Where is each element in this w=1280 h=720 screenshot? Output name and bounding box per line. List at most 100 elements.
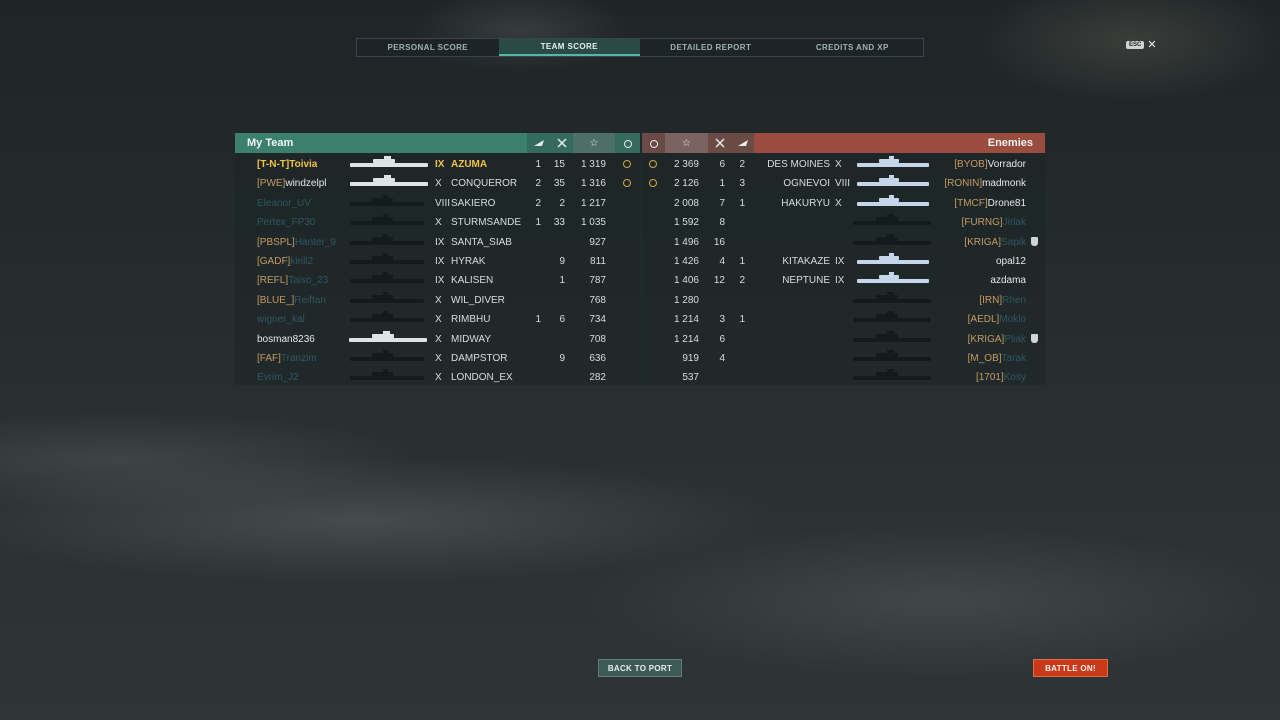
team-score-panel: My Team ☆ ☆ Enemies [T-N-T]Toivia IX AZUMA… <box>235 133 1045 385</box>
base-xp: 2 369 <box>673 159 699 170</box>
player-name: opal12 <box>915 252 1026 271</box>
enemy-achievement-icon <box>642 133 665 153</box>
enemy-row[interactable]: 2 008 7 1 HAKURYU X [TMCF]Drone81 <box>235 194 1045 213</box>
base-xp: 537 <box>682 372 699 384</box>
ships-destroyed: 6 <box>719 333 725 345</box>
clan-tag: [AEDL] <box>967 314 1000 326</box>
planes-destroyed: 3 <box>739 178 745 190</box>
player-nickname: Moklo <box>999 314 1026 326</box>
enemy-planes-destroyed-icon <box>731 133 754 153</box>
enemy-row[interactable]: 1 406 12 2 NEPTUNE IX azdama <box>235 271 1045 290</box>
base-xp-star-icon: ☆ <box>573 133 615 153</box>
esc-key-hint: ESC <box>1126 41 1145 49</box>
player-nickname: opal12 <box>995 256 1026 267</box>
base-xp: 1 214 <box>673 314 699 326</box>
ships-destroyed: 12 <box>713 275 725 287</box>
ships-destroyed: 16 <box>713 236 725 248</box>
tab-detailed-report[interactable]: DETAILED REPORT <box>640 39 782 56</box>
clan-tag: [IRN] <box>979 294 1003 306</box>
ship-name: DES MOINES <box>767 159 830 170</box>
player-nickname: Jirlak <box>1002 217 1026 229</box>
player-name: [BYOB]Vorrador <box>915 155 1026 174</box>
ship-tier: VIII <box>835 178 851 190</box>
player-nickname: madmonk <box>982 178 1026 190</box>
clan-tag: [KRIGA] <box>967 333 1005 345</box>
clan-tag: [TMCF] <box>954 197 988 209</box>
ship-tier: IX <box>835 256 845 267</box>
achievement-icon <box>649 155 657 174</box>
planes-destroyed: 2 <box>739 275 745 287</box>
player-name: [KRIGA]Pliak <box>915 330 1026 349</box>
shield-badge-icon <box>1031 234 1038 253</box>
base-xp: 1 496 <box>673 236 699 248</box>
enemy-row[interactable]: 1 214 3 1 [AEDL]Moklo <box>235 310 1045 329</box>
enemy-row[interactable]: 1 214 6 [KRIGA]Pliak <box>235 330 1045 349</box>
achievement-icon <box>649 174 657 193</box>
enemy-ships-destroyed-icon <box>708 133 731 153</box>
clan-tag: [BYOB] <box>954 159 988 170</box>
base-xp: 919 <box>682 353 699 364</box>
planes-destroyed: 1 <box>739 256 745 267</box>
ship-tier: X <box>835 197 842 209</box>
player-name: [M_OB]Tarak <box>915 349 1026 368</box>
back-to-port-button[interactable]: BACK TO PORT <box>598 659 682 677</box>
planes-destroyed: 2 <box>739 159 745 170</box>
player-name: [KRIGA]Sapik <box>915 233 1026 252</box>
enemy-row[interactable]: 1 280 [IRN]Rhen <box>235 291 1045 310</box>
planes-destroyed-icon <box>527 133 550 153</box>
player-name: [AEDL]Moklo <box>915 310 1026 329</box>
clan-tag: [FURNG] <box>961 217 1003 229</box>
ships-destroyed: 4 <box>719 256 725 267</box>
enemy-row[interactable]: 2 126 1 3 OGNEVOI VIII [RONIN]madmonk <box>235 174 1045 193</box>
enemy-row[interactable]: 1 592 8 [FURNG]Jirlak <box>235 213 1045 232</box>
clan-tag: [RONIN] <box>944 178 983 190</box>
player-name: [FURNG]Jirlak <box>915 213 1026 232</box>
ships-destroyed-icon <box>550 133 573 153</box>
ships-destroyed: 4 <box>719 353 725 364</box>
ship-tier: IX <box>835 275 845 287</box>
player-nickname: azdama <box>990 275 1026 287</box>
enemy-base-xp-star-icon: ☆ <box>665 133 708 153</box>
score-tabs: PERSONAL SCORE TEAM SCORE DETAILED REPOR… <box>356 38 924 57</box>
base-xp: 1 406 <box>673 275 699 287</box>
player-name: [RONIN]madmonk <box>915 174 1026 193</box>
player-nickname: Vorrador <box>987 159 1026 170</box>
ships-destroyed: 3 <box>719 314 725 326</box>
ships-destroyed: 8 <box>719 217 725 229</box>
enemy-row[interactable]: 1 496 16 [KRIGA]Sapik <box>235 233 1045 252</box>
base-xp: 2 008 <box>673 197 699 209</box>
ship-name: HAKURYU <box>781 197 830 209</box>
close-icon: ✕ <box>1147 39 1157 51</box>
battle-on-button[interactable]: BATTLE ON! <box>1033 659 1108 677</box>
player-nickname: Drone81 <box>987 197 1026 209</box>
base-xp: 1 280 <box>673 294 699 306</box>
enemy-row[interactable]: 1 426 4 1 KITAKAZE IX opal12 <box>235 252 1045 271</box>
clan-tag: [M_OB] <box>967 353 1002 364</box>
player-name: [1701]Kosy <box>915 368 1026 387</box>
base-xp: 1 214 <box>673 333 699 345</box>
shield-badge-icon <box>1031 331 1038 350</box>
player-nickname: Tarak <box>1001 353 1026 364</box>
my-team-achievement-icon <box>615 133 640 153</box>
close-button[interactable]: ESC ✕ <box>1126 39 1157 51</box>
tab-personal-score[interactable]: PERSONAL SCORE <box>357 39 499 56</box>
player-nickname: Sapik <box>1000 236 1026 248</box>
player-name: [TMCF]Drone81 <box>915 194 1026 213</box>
ship-name: KITAKAZE <box>782 256 830 267</box>
ship-name: OGNEVOI <box>783 178 830 190</box>
tab-team-score[interactable]: TEAM SCORE <box>498 39 640 56</box>
player-nickname: Pliak <box>1004 333 1026 345</box>
tab-credits-and-xp[interactable]: CREDITS AND XP <box>782 39 924 56</box>
base-xp: 1 592 <box>673 217 699 229</box>
clan-tag: [KRIGA] <box>964 236 1001 248</box>
enemy-row[interactable]: 919 4 [M_OB]Tarak <box>235 349 1045 368</box>
ships-destroyed: 6 <box>719 159 725 170</box>
enemy-row[interactable]: 2 369 6 2 DES MOINES X [BYOB]Vorrador <box>235 155 1045 174</box>
enemy-row[interactable]: 537 [1701]Kosy <box>235 368 1045 387</box>
clan-tag: [1701] <box>975 372 1004 384</box>
planes-destroyed: 1 <box>739 197 745 209</box>
player-name: [IRN]Rhen <box>915 291 1026 310</box>
enemies-header: Enemies <box>754 133 1045 153</box>
my-team-header: My Team <box>235 133 527 153</box>
base-xp: 2 126 <box>673 178 699 190</box>
